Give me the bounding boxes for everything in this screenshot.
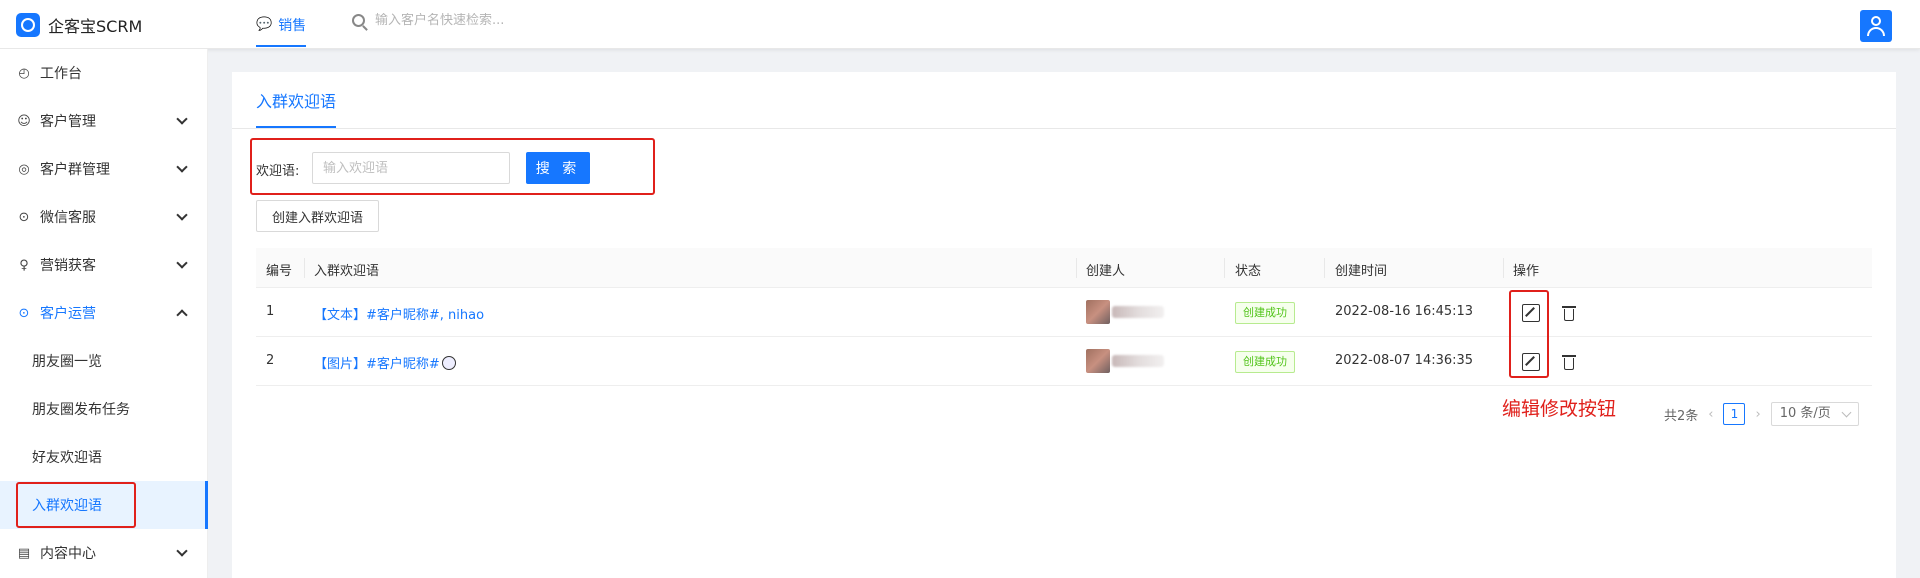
content-icon: ▤	[17, 545, 31, 561]
sidebar-subitem-moments[interactable]: 朋友圈一览	[0, 337, 208, 385]
status-badge: 创建成功	[1235, 302, 1295, 324]
sidebar-subitem-label: 好友欢迎语	[32, 450, 102, 466]
sidebar-item-label: 微信客服	[40, 210, 96, 226]
sidebar-item-label: 客户管理	[40, 114, 96, 130]
tab-sales-label: 销售	[278, 17, 307, 34]
sidebar-item-wechat-service[interactable]: ⊙ 微信客服	[0, 193, 208, 241]
column-separator	[1503, 258, 1504, 278]
row-message-link[interactable]: 【文本】#客户昵称#, nihao	[314, 304, 484, 323]
column-header: 编号	[266, 264, 293, 279]
service-icon: ⊙	[18, 209, 30, 225]
row-created-time: 2022-08-16 16:45:13	[1335, 304, 1474, 319]
sidebar-item-label: 客户群管理	[40, 162, 110, 178]
annotation-box-sidebar	[16, 482, 136, 528]
user-icon-body	[1867, 27, 1885, 36]
chevron-down-icon	[176, 545, 188, 557]
chevron-down-icon	[176, 209, 188, 221]
row-message-link[interactable]: 【图片】#客户昵称#	[314, 353, 456, 372]
sidebar-item-operations[interactable]: ⊙ 客户运营	[0, 289, 208, 337]
sidebar-item-content-center[interactable]: ▤ 内容中心	[0, 529, 208, 577]
sidebar-item-label: 内容中心	[40, 546, 96, 562]
ops-icon: ⊙	[18, 305, 30, 321]
chat-icon: ◎	[18, 161, 30, 177]
sidebar-item-customers[interactable]: ☺ 客户管理	[0, 97, 208, 145]
tab-group-welcome[interactable]: 入群欢迎语	[256, 72, 337, 128]
page-number-button[interactable]: 1	[1723, 403, 1746, 425]
creator-avatar	[1086, 349, 1110, 373]
sidebar-item-label: 客户运营	[40, 306, 96, 322]
tab-divider	[232, 128, 1896, 129]
customer-search[interactable]	[352, 13, 675, 28]
app-title: 企客宝SCRM	[48, 17, 143, 36]
create-group-welcome-button[interactable]: 创建入群欢迎语	[256, 200, 380, 232]
annotation-box-edit	[1509, 290, 1549, 378]
table-header: 编号 入群欢迎语 创建人 状态 创建时间 操作	[256, 248, 1872, 288]
chevron-down-icon	[176, 257, 188, 269]
creator-cell	[1086, 300, 1164, 324]
sidebar-item-workbench[interactable]: ◴ 工作台	[0, 49, 208, 97]
next-page-icon[interactable]: ›	[1755, 407, 1760, 422]
users-icon: ☺	[17, 113, 31, 129]
delete-icon[interactable]	[1560, 353, 1578, 371]
emoji-icon	[441, 356, 456, 370]
pagination-total: 共2条	[1664, 408, 1699, 424]
bulb-icon: ♀	[19, 257, 29, 273]
pagination: 共2条 ‹ 1 › 10 条/页	[1664, 402, 1859, 426]
user-icon	[1871, 16, 1881, 26]
app-logo[interactable]: 企客宝SCRM	[16, 13, 142, 37]
tab-sales[interactable]: 💬 销售	[256, 0, 307, 49]
column-separator	[1224, 258, 1225, 278]
creator-name-blurred	[1112, 355, 1164, 367]
status-badge: 创建成功	[1235, 351, 1295, 373]
row-message-text: 【图片】#客户昵称#	[314, 357, 440, 372]
page-size-select[interactable]: 10 条/页	[1770, 402, 1859, 426]
sidebar-item-groups[interactable]: ◎ 客户群管理	[0, 145, 208, 193]
table-row: 2 【图片】#客户昵称# 创建成功 2022-08-07 14:36:35	[256, 337, 1872, 386]
logo-icon	[16, 13, 40, 37]
wechat-icon: 💬	[256, 17, 273, 32]
column-header: 状态	[1235, 264, 1262, 279]
creator-avatar	[1086, 300, 1110, 324]
row-id: 2	[266, 353, 275, 368]
sidebar-subitem-moments-task[interactable]: 朋友圈发布任务	[0, 385, 208, 433]
creator-cell	[1086, 349, 1164, 373]
row-created-time: 2022-08-07 14:36:35	[1335, 353, 1474, 368]
sidebar-subitem-label: 朋友圈一览	[32, 354, 102, 370]
column-separator	[304, 258, 305, 278]
column-separator	[1076, 258, 1077, 278]
chevron-up-icon	[176, 309, 188, 321]
delete-icon[interactable]	[1560, 304, 1578, 322]
column-separator	[1324, 258, 1325, 278]
top-bar: 企客宝SCRM 💬 销售	[0, 0, 1920, 49]
chevron-down-icon	[176, 113, 188, 125]
search-icon	[352, 14, 365, 27]
sidebar-item-label: 工作台	[40, 66, 82, 82]
table-row: 1 【文本】#客户昵称#, nihao 创建成功 2022-08-16 16:4…	[256, 288, 1872, 337]
prev-page-icon[interactable]: ‹	[1708, 407, 1713, 422]
sidebar-item-label: 营销获客	[40, 258, 96, 274]
user-avatar-button[interactable]	[1860, 10, 1892, 42]
sidebar-item-marketing[interactable]: ♀ 营销获客	[0, 241, 208, 289]
column-header: 操作	[1513, 264, 1540, 279]
sidebar-subitem-friend-welcome[interactable]: 好友欢迎语	[0, 433, 208, 481]
column-header: 创建人	[1086, 264, 1126, 279]
creator-name-blurred	[1112, 306, 1164, 318]
column-header: 入群欢迎语	[314, 264, 380, 279]
annotation-label: 编辑修改按钮	[1502, 398, 1617, 420]
annotation-box-search	[250, 138, 655, 195]
sidebar-subitem-label: 朋友圈发布任务	[32, 402, 130, 418]
chevron-down-icon	[176, 161, 188, 173]
customer-search-input[interactable]	[375, 13, 675, 28]
dashboard-icon: ◴	[18, 65, 30, 81]
row-id: 1	[266, 304, 275, 319]
column-header: 创建时间	[1335, 264, 1388, 279]
